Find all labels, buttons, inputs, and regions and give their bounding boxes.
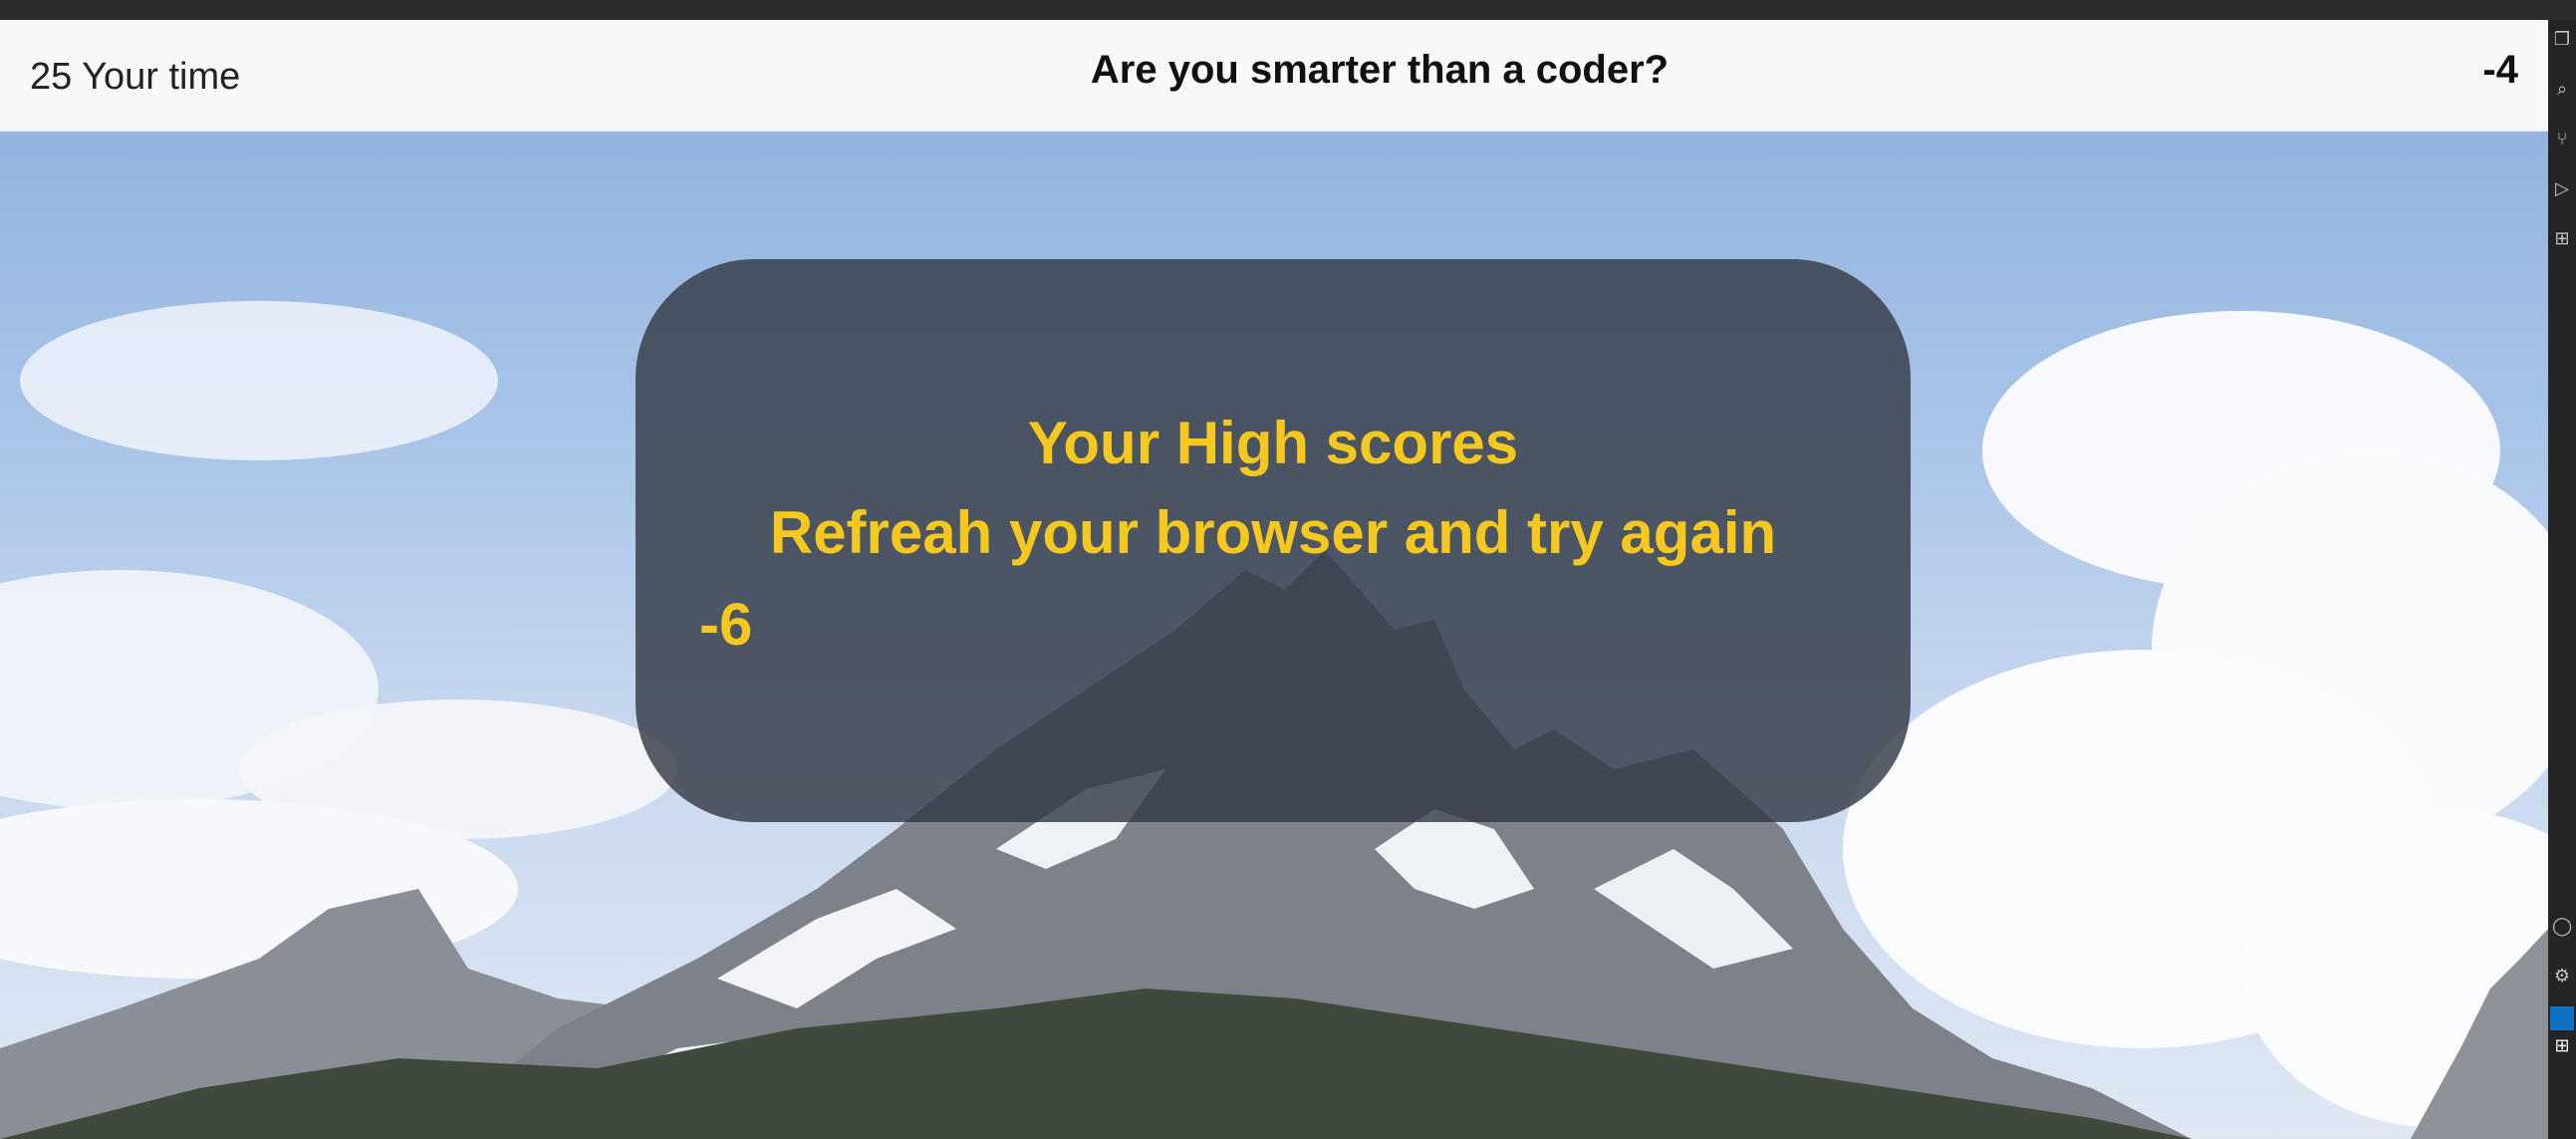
extensions-icon[interactable]: ⊞ bbox=[2552, 229, 2572, 249]
high-score-modal: Your High scores Refreah your browser an… bbox=[636, 259, 1911, 822]
settings-gear-icon[interactable]: ⚙ bbox=[2552, 967, 2572, 987]
account-icon[interactable]: ◯ bbox=[2552, 917, 2572, 937]
high-scores-heading: Your High scores bbox=[1027, 410, 1519, 476]
browser-top-strip bbox=[0, 0, 2576, 20]
retry-message: Refreah your browser and try again bbox=[769, 499, 1777, 566]
run-debug-icon[interactable]: ▷ bbox=[2552, 179, 2572, 199]
windows-icon[interactable]: ⊞ bbox=[2552, 1036, 2572, 1056]
page-title: Are you smarter than a coder? bbox=[1090, 48, 1670, 92]
source-control-icon[interactable]: ⑂ bbox=[2552, 130, 2572, 149]
remote-icon[interactable] bbox=[2550, 1006, 2574, 1030]
explorer-icon[interactable]: ❐ bbox=[2552, 30, 2572, 50]
game-header: 25 Your time Are you smarter than a code… bbox=[0, 20, 2548, 132]
page-viewport: 25 Your time Are you smarter than a code… bbox=[0, 20, 2548, 1139]
editor-activity-bar: ❐ ⌕ ⑂ ▷ ⊞ ◯ ⚙ ⊞ bbox=[2548, 20, 2576, 1139]
search-icon[interactable]: ⌕ bbox=[2552, 80, 2572, 100]
current-score: -4 bbox=[2482, 48, 2518, 92]
high-score-value: -6 bbox=[699, 591, 753, 658]
